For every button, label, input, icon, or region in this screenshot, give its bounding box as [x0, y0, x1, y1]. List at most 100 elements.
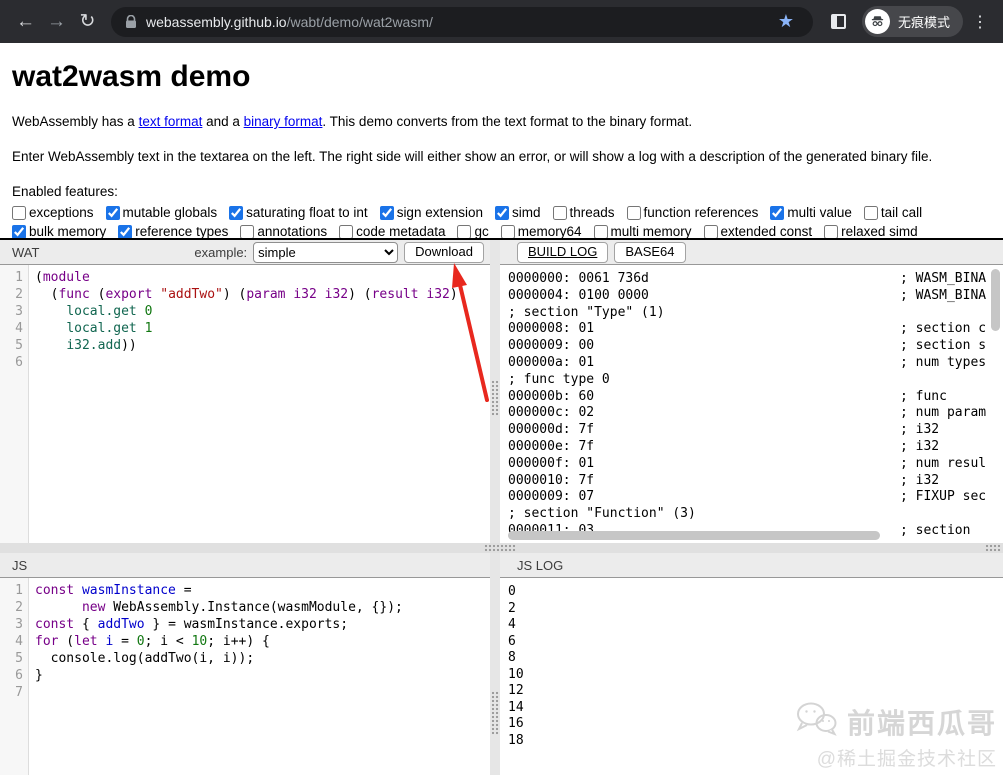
feature-item[interactable]: threads	[553, 205, 615, 220]
hex-comment: ; WASM_BINA	[900, 288, 986, 305]
feature-item[interactable]: relaxed simd	[824, 224, 918, 239]
feature-checkbox[interactable]	[12, 225, 26, 239]
forward-button[interactable]: →	[41, 7, 72, 37]
build-log-vertical-scrollbar[interactable]	[991, 269, 1000, 331]
build-log-line: 0000008: 01 ; section c	[508, 321, 1003, 338]
js-label: JS	[12, 558, 27, 573]
splitter-grip[interactable]	[484, 544, 516, 552]
build-log-line: 0000004: 0100 0000 ; WASM_BINA	[508, 288, 1003, 305]
splitter-grip[interactable]	[491, 380, 499, 416]
js-code[interactable]: const wasmInstance = new WebAssembly.Ins…	[29, 578, 490, 775]
wat-line-numbers: 123456	[0, 265, 29, 543]
feature-checkbox[interactable]	[457, 225, 471, 239]
side-panel-icon[interactable]	[831, 14, 846, 29]
browser-toolbar: ← → ↻ webassembly.github.io/wabt/demo/wa…	[0, 0, 1003, 43]
enabled-features-label: Enabled features:	[12, 184, 991, 199]
top-vertical-splitter[interactable]	[490, 240, 500, 543]
feature-checkbox[interactable]	[339, 225, 353, 239]
js-editor[interactable]: 1234567 const wasmInstance = new WebAsse…	[0, 578, 490, 775]
feature-item[interactable]: exceptions	[12, 205, 94, 220]
code-line: (module	[35, 269, 490, 286]
feature-item[interactable]: multi value	[770, 205, 852, 220]
js-log-value: 12	[508, 683, 524, 700]
feature-label: saturating float to int	[246, 205, 368, 220]
feature-checkbox[interactable]	[770, 206, 784, 220]
js-panel: JS 1234567 const wasmInstance = new WebA…	[0, 553, 490, 775]
feature-label: tail call	[881, 205, 922, 220]
feature-checkbox-group: exceptions mutable globals saturating fl…	[12, 205, 942, 239]
feature-item[interactable]: bulk memory	[12, 224, 106, 239]
feature-checkbox[interactable]	[495, 206, 509, 220]
splitter-grip[interactable]	[491, 691, 499, 735]
feature-checkbox[interactable]	[501, 225, 515, 239]
js-log-value: 14	[508, 700, 524, 717]
download-button[interactable]: Download	[404, 242, 484, 263]
feature-label: relaxed simd	[841, 224, 918, 239]
feature-item[interactable]: memory64	[501, 224, 582, 239]
js-log-lines: 0 2 4 6 8 10 12 14	[500, 578, 524, 775]
build-log-line: 000000d: 7f ; i32	[508, 422, 1003, 439]
feature-checkbox[interactable]	[118, 225, 132, 239]
wat-code[interactable]: (module (func (export "addTwo") (param i…	[29, 265, 490, 543]
bookmark-star-icon[interactable]: ★	[773, 11, 799, 32]
feature-item[interactable]: saturating float to int	[229, 205, 368, 220]
text-format-link[interactable]: text format	[139, 114, 203, 129]
feature-item[interactable]: extended const	[704, 224, 813, 239]
hex-bytes: 0000000: 0061 736d	[508, 271, 900, 288]
feature-checkbox[interactable]	[12, 206, 26, 220]
build-log-horizontal-scrollbar[interactable]	[508, 531, 880, 540]
feature-item[interactable]: gc	[457, 224, 488, 239]
base64-tab[interactable]: BASE64	[614, 242, 685, 263]
feature-checkbox[interactable]	[106, 206, 120, 220]
wat-editor[interactable]: 123456 (module (func (export "addTwo") (…	[0, 265, 490, 543]
hex-comment: ; FIXUP sec	[900, 489, 986, 506]
feature-item[interactable]: sign extension	[380, 205, 483, 220]
js-log-value: 0	[508, 584, 524, 601]
line-number: 2	[0, 286, 23, 303]
feature-item[interactable]: reference types	[118, 224, 228, 239]
feature-checkbox[interactable]	[824, 225, 838, 239]
instructions-paragraph: Enter WebAssembly text in the textarea o…	[12, 149, 991, 164]
feature-item[interactable]: multi memory	[594, 224, 692, 239]
build-log-line: 0000009: 07 ; FIXUP sec	[508, 489, 1003, 506]
line-number: 3	[0, 616, 23, 633]
address-bar[interactable]: webassembly.github.io/wabt/demo/wat2wasm…	[111, 7, 813, 37]
feature-item[interactable]: function references	[627, 205, 759, 220]
build-log-output[interactable]: 0000000: 0061 736d ; WASM_BINA 0000004: …	[500, 265, 1003, 543]
lock-icon[interactable]	[125, 15, 137, 29]
hex-bytes: ; func type 0	[508, 372, 900, 389]
feature-item[interactable]: simd	[495, 205, 541, 220]
back-button[interactable]: ←	[10, 7, 41, 37]
reload-button[interactable]: ↻	[72, 7, 103, 37]
build-log-tab[interactable]: BUILD LOG	[517, 242, 608, 263]
feature-checkbox[interactable]	[553, 206, 567, 220]
binary-format-link[interactable]: binary format	[244, 114, 323, 129]
hex-bytes: 000000f: 01	[508, 456, 900, 473]
hex-comment: ; section s	[900, 338, 986, 355]
build-log-line: 000000e: 7f ; i32	[508, 439, 1003, 456]
feature-checkbox[interactable]	[229, 206, 243, 220]
js-toolbar: JS	[0, 553, 490, 578]
feature-item[interactable]: annotations	[240, 224, 327, 239]
feature-item[interactable]: mutable globals	[106, 205, 218, 220]
url-text[interactable]: webassembly.github.io/wabt/demo/wat2wasm…	[146, 14, 433, 30]
feature-checkbox[interactable]	[594, 225, 608, 239]
browser-menu-icon[interactable]: ⋮	[967, 12, 993, 32]
feature-item[interactable]: code metadata	[339, 224, 445, 239]
bottom-vertical-splitter[interactable]	[490, 553, 500, 775]
splitter-grip[interactable]	[985, 544, 1001, 552]
example-select[interactable]: simple	[253, 242, 398, 263]
feature-label: gc	[474, 224, 488, 239]
feature-checkbox[interactable]	[627, 206, 641, 220]
build-log-panel: BUILD LOG BASE64 0000000: 0061 736d ; WA…	[500, 240, 1003, 543]
js-log-output: 0 2 4 6 8 10 12 14	[500, 578, 1003, 775]
feature-checkbox[interactable]	[864, 206, 878, 220]
feature-checkbox[interactable]	[704, 225, 718, 239]
line-number: 1	[0, 582, 23, 599]
horizontal-splitter[interactable]	[0, 543, 1003, 553]
feature-item[interactable]: tail call	[864, 205, 922, 220]
feature-label: reference types	[135, 224, 228, 239]
feature-checkbox[interactable]	[240, 225, 254, 239]
feature-checkbox[interactable]	[380, 206, 394, 220]
line-number: 6	[0, 354, 23, 371]
